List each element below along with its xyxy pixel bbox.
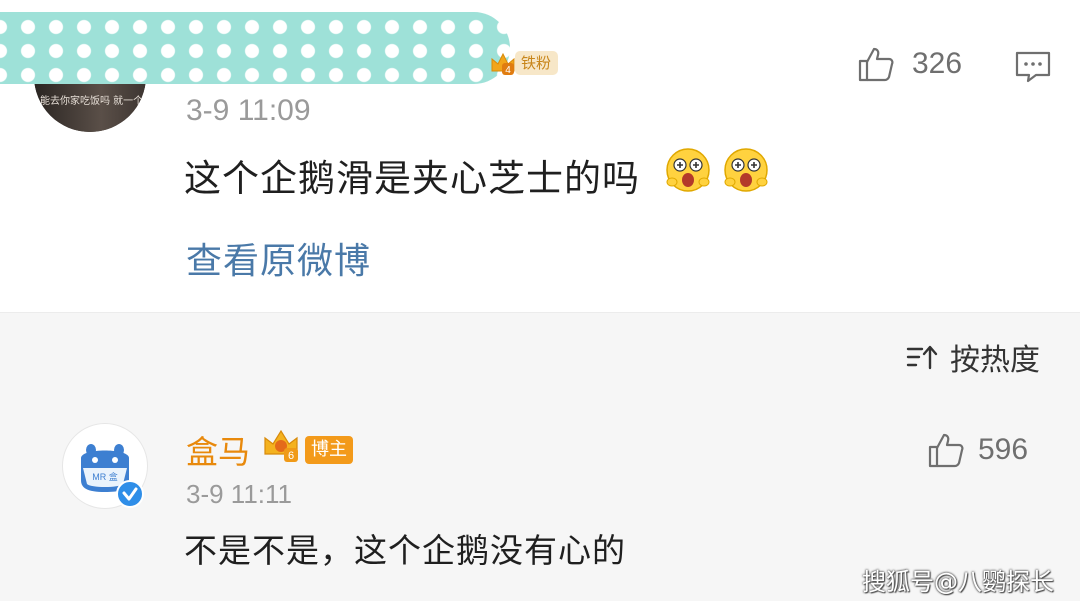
- source-watermark: 搜狐号@八鹦探长: [862, 568, 1054, 596]
- thumbs-up-icon: [858, 47, 894, 82]
- sort-icon: [906, 345, 938, 370]
- like-button[interactable]: 326: [856, 44, 962, 84]
- reply-comment-icon[interactable]: [1014, 50, 1052, 84]
- svg-text:6: 6: [288, 450, 294, 462]
- svg-text:4: 4: [505, 65, 511, 76]
- sort-label: 按热度: [950, 343, 1040, 378]
- shocked-emoji-icon: [666, 148, 710, 192]
- owner-badge: 博主: [305, 436, 353, 464]
- fan-crown-icon: 4: [491, 52, 515, 76]
- fan-badge[interactable]: 4 铁粉: [489, 48, 559, 78]
- like-button[interactable]: 596: [926, 430, 1028, 470]
- comment-sort-bar: 按热度: [0, 312, 1080, 400]
- like-count: 596: [978, 433, 1029, 466]
- comment-time: 3-9 11:11: [186, 479, 293, 509]
- comment-text: 这个企鹅滑是夹心芝士的吗: [184, 148, 640, 202]
- username-redaction-mask: [0, 12, 510, 84]
- verified-badge-icon: [116, 480, 144, 508]
- view-original-weibo-link[interactable]: 查看原微博: [186, 232, 371, 284]
- fan-badge-label: 铁粉: [515, 51, 559, 75]
- vip-crown-icon: 6: [264, 429, 298, 462]
- comment-text: 不是不是，这个企鹅没有心的: [184, 531, 626, 570]
- comment-time: 3-9 11:09: [186, 94, 311, 127]
- thumbs-up-icon: [928, 433, 964, 468]
- comment-text-body: 这个企鹅滑是夹心芝士的吗: [184, 157, 640, 200]
- commenter-name[interactable]: 盒马: [186, 427, 250, 473]
- like-count: 326: [912, 47, 963, 80]
- shocked-emoji-icon: [724, 148, 768, 192]
- avatar-caption: 能去你家吃饭吗 就一个: [40, 96, 144, 107]
- sort-by-hot-button[interactable]: 按热度: [906, 335, 1040, 379]
- svg-text:MR 盒: MR 盒: [92, 471, 118, 482]
